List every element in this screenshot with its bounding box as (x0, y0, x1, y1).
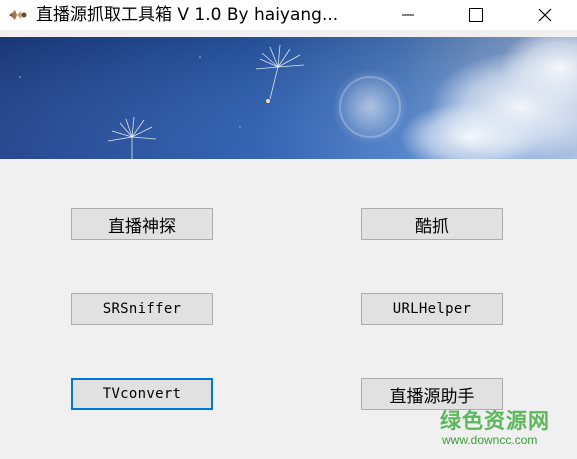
watermark-url: www.downcc.com (442, 433, 538, 447)
maximize-icon (469, 8, 483, 22)
kuzhua-button[interactable]: 酷抓 (361, 208, 503, 240)
tvconvert-button[interactable]: TVconvert (71, 378, 213, 410)
app-icon (9, 10, 27, 20)
urlhelper-button[interactable]: URLHelper (361, 293, 503, 325)
srsniffer-button[interactable]: SRSniffer (71, 293, 213, 325)
watermark-site-name: 绿色资源网 (440, 409, 550, 433)
close-button[interactable] (522, 0, 568, 30)
maximize-button[interactable] (453, 0, 499, 30)
app-window: 直播源抓取工具箱 V 1.0 By haiyang... 直播神探 酷抓 SRS… (0, 0, 577, 459)
banner-image (0, 37, 577, 159)
minimize-icon (402, 14, 414, 16)
close-icon (538, 8, 552, 22)
title-bar[interactable]: 直播源抓取工具箱 V 1.0 By haiyang... (0, 0, 577, 30)
watermark: 绿色资源网 www.downcc.com (440, 405, 560, 455)
window-title: 直播源抓取工具箱 V 1.0 By haiyang... (36, 5, 339, 25)
zhibo-shentan-button[interactable]: 直播神探 (71, 208, 213, 240)
minimize-button[interactable] (385, 0, 431, 30)
